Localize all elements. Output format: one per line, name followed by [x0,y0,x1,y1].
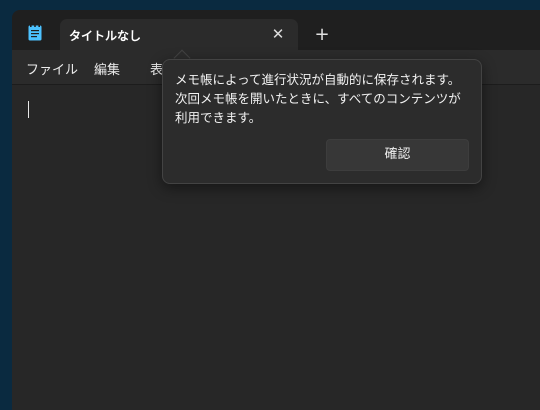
tab-untitled[interactable]: タイトルなし ✕ [60,19,298,50]
menu-edit[interactable]: 編集 [94,59,120,78]
tab-title: タイトルなし [69,29,142,43]
confirm-button[interactable]: 確認 [326,139,469,171]
autosave-teaching-tip: メモ帳によって進行状況が自動的に保存されます。次回メモ帳を開いたときに、すべての… [162,59,482,184]
notepad-app-icon [28,24,42,41]
autosave-message: メモ帳によって進行状況が自動的に保存されます。次回メモ帳を開いたときに、すべての… [175,72,461,125]
menu-file[interactable]: ファイル [26,59,78,78]
text-caret [28,101,29,118]
close-icon[interactable]: ✕ [268,24,288,44]
title-bar: タイトルなし ✕ + [12,10,540,50]
new-tab-plus-icon[interactable]: + [312,25,332,45]
